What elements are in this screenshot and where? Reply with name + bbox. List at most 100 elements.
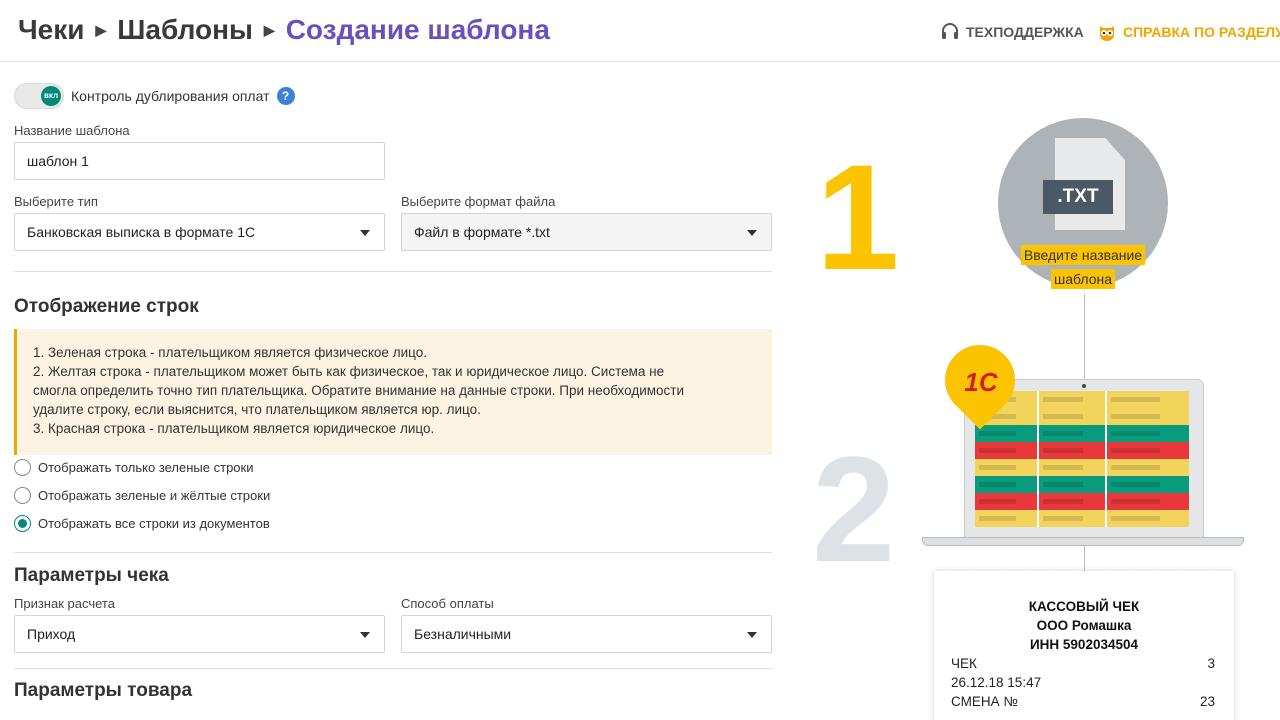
receipt-row-left: СМЕНА № bbox=[951, 694, 1018, 709]
receipt-company: ООО Ромашка bbox=[1036, 618, 1132, 633]
spreadsheet-cell bbox=[975, 425, 1039, 442]
rows-notice: 1. Зеленая строка - плательщиком являетс… bbox=[14, 329, 772, 455]
spreadsheet-cell bbox=[1039, 459, 1107, 476]
notice-line: 2. Желтая строка - плательщиком может бы… bbox=[33, 364, 665, 379]
calc-sign-label: Признак расчета bbox=[14, 596, 115, 611]
chevron-down-icon bbox=[747, 230, 757, 236]
name-tag-line: Введите название bbox=[1020, 245, 1146, 265]
help-link[interactable]: СПРАВКА ПО РАЗДЕЛУ bbox=[1097, 22, 1280, 42]
help-label: СПРАВКА ПО РАЗДЕЛУ bbox=[1123, 24, 1280, 40]
receipt-row-right: 3 bbox=[1207, 656, 1215, 671]
spreadsheet-cell bbox=[975, 476, 1039, 493]
name-tag: Введите название шаблона bbox=[1018, 243, 1148, 291]
spreadsheet-row bbox=[975, 493, 1193, 510]
notice-line: удалите строку, если выяснится, что плат… bbox=[33, 402, 481, 417]
spreadsheet-cell bbox=[975, 510, 1039, 527]
spreadsheet-cell bbox=[1039, 510, 1107, 527]
calc-sign-value: Приход bbox=[27, 626, 76, 642]
receipt-row: 26.12.18 15:47 bbox=[951, 675, 1215, 690]
logo-1c: 1С bbox=[964, 367, 998, 397]
spreadsheet-cell bbox=[1039, 408, 1107, 425]
template-name-field[interactable]: шаблон 1 bbox=[14, 142, 385, 180]
spreadsheet-cell bbox=[1107, 425, 1189, 442]
receipt-row-right: 23 bbox=[1199, 694, 1215, 709]
spreadsheet-row bbox=[975, 510, 1193, 527]
radio-button[interactable] bbox=[14, 459, 31, 476]
format-label: Выберите формат файла bbox=[401, 194, 556, 209]
template-form: вкл Контроль дублирования оплат ? Назван… bbox=[0, 62, 790, 720]
connector-line bbox=[1084, 294, 1085, 379]
support-label: ТЕХПОДДЕРЖКА bbox=[966, 24, 1084, 40]
spreadsheet-cell bbox=[975, 442, 1039, 459]
spreadsheet-cell bbox=[1107, 476, 1189, 493]
receipt-row: СМЕНА № 23 bbox=[951, 694, 1215, 709]
format-select[interactable]: Файл в формате *.txt bbox=[401, 213, 772, 251]
template-name-label: Название шаблона bbox=[14, 123, 130, 138]
headset-icon bbox=[942, 23, 958, 39]
breadcrumb-checks[interactable]: Чеки bbox=[18, 14, 84, 46]
breadcrumb-templates[interactable]: Шаблоны bbox=[117, 14, 253, 46]
duplicate-control-toggle[interactable]: вкл bbox=[14, 83, 64, 109]
spreadsheet-cell bbox=[1107, 510, 1189, 527]
radio-all-rows[interactable]: Отображать все строки из документов bbox=[14, 515, 270, 532]
spreadsheet-cell bbox=[1039, 442, 1107, 459]
receipt-row-left: 26.12.18 15:47 bbox=[951, 675, 1042, 690]
radio-label: Отображать все строки из документов bbox=[38, 516, 270, 531]
file-extension-badge: .TXT bbox=[1043, 180, 1113, 214]
spreadsheet-cell bbox=[1039, 391, 1107, 408]
spreadsheet-cell bbox=[1107, 442, 1189, 459]
chevron-down-icon bbox=[360, 230, 370, 236]
connector-line bbox=[1084, 546, 1085, 571]
duplicate-control-label: Контроль дублирования оплат bbox=[71, 88, 270, 104]
owl-icon bbox=[1100, 26, 1114, 41]
receipt-row: ЧЕК 3 bbox=[951, 656, 1215, 671]
breadcrumb: Чеки ▶ Шаблоны ▶ Создание шаблона bbox=[18, 14, 550, 46]
toggle-knob: вкл bbox=[41, 86, 61, 106]
goods-section-title: Параметры товара bbox=[14, 680, 193, 701]
payment-method-value: Безналичными bbox=[414, 626, 512, 642]
breadcrumb-separator-icon: ▶ bbox=[95, 21, 107, 38]
duplicate-control-row: вкл Контроль дублирования оплат ? bbox=[14, 83, 295, 109]
camera-dot bbox=[1082, 384, 1086, 388]
type-select[interactable]: Банковская выписка в формате 1С bbox=[14, 213, 385, 251]
chevron-down-icon bbox=[360, 632, 370, 638]
help-question-icon[interactable]: ? bbox=[276, 87, 295, 105]
breadcrumb-separator-icon: ▶ bbox=[263, 21, 275, 38]
radio-button-checked[interactable] bbox=[14, 515, 31, 532]
radio-green-yellow[interactable]: Отображать зеленые и жёлтые строки bbox=[14, 487, 270, 504]
payment-method-label: Способ оплаты bbox=[401, 596, 494, 611]
name-tag-line: шаблона bbox=[1050, 269, 1116, 289]
notice-line: 1. Зеленая строка - плательщиком являетс… bbox=[33, 345, 427, 360]
notice-line: смогла определить точно тип плательщика.… bbox=[33, 383, 684, 398]
radio-label: Отображать только зеленые строки bbox=[38, 460, 254, 475]
spreadsheet-cell bbox=[1107, 391, 1189, 408]
spreadsheet-row bbox=[975, 425, 1193, 442]
spreadsheet-row bbox=[975, 459, 1193, 476]
radio-button[interactable] bbox=[14, 487, 31, 504]
spreadsheet-row bbox=[975, 476, 1193, 493]
calc-sign-select[interactable]: Приход bbox=[14, 615, 385, 653]
radio-label: Отображать зеленые и жёлтые строки bbox=[38, 488, 271, 503]
rows-section-title: Отображение строк bbox=[14, 296, 199, 317]
step-number-2: 2 bbox=[812, 425, 896, 593]
spreadsheet-cell bbox=[1107, 459, 1189, 476]
chevron-down-icon bbox=[747, 632, 757, 638]
receipt-row-left: ЧЕК bbox=[951, 656, 977, 671]
spreadsheet-cell bbox=[1039, 425, 1107, 442]
radio-green-only[interactable]: Отображать только зеленые строки bbox=[14, 459, 253, 476]
spreadsheet-row bbox=[975, 442, 1193, 459]
support-link[interactable]: ТЕХПОДДЕРЖКА bbox=[940, 22, 1084, 42]
spreadsheet-cell bbox=[975, 459, 1039, 476]
receipt-card: КАССОВЫЙ ЧЕК ООО Ромашка ИНН 5902034504 … bbox=[934, 571, 1234, 720]
payment-method-select[interactable]: Безналичными bbox=[401, 615, 772, 653]
spreadsheet-row bbox=[975, 408, 1193, 425]
spreadsheet-grid bbox=[975, 391, 1193, 527]
notice-line: 3. Красная строка - плательщиком являетс… bbox=[33, 421, 435, 436]
receipt-title: КАССОВЫЙ ЧЕК bbox=[1028, 599, 1140, 614]
receipt-section-title: Параметры чека bbox=[14, 565, 169, 586]
laptop-base bbox=[922, 537, 1244, 546]
format-select-value: Файл в формате *.txt bbox=[414, 224, 550, 240]
divider bbox=[14, 271, 772, 272]
type-select-value: Банковская выписка в формате 1С bbox=[27, 224, 256, 240]
page-title: Создание шаблона bbox=[285, 14, 550, 45]
